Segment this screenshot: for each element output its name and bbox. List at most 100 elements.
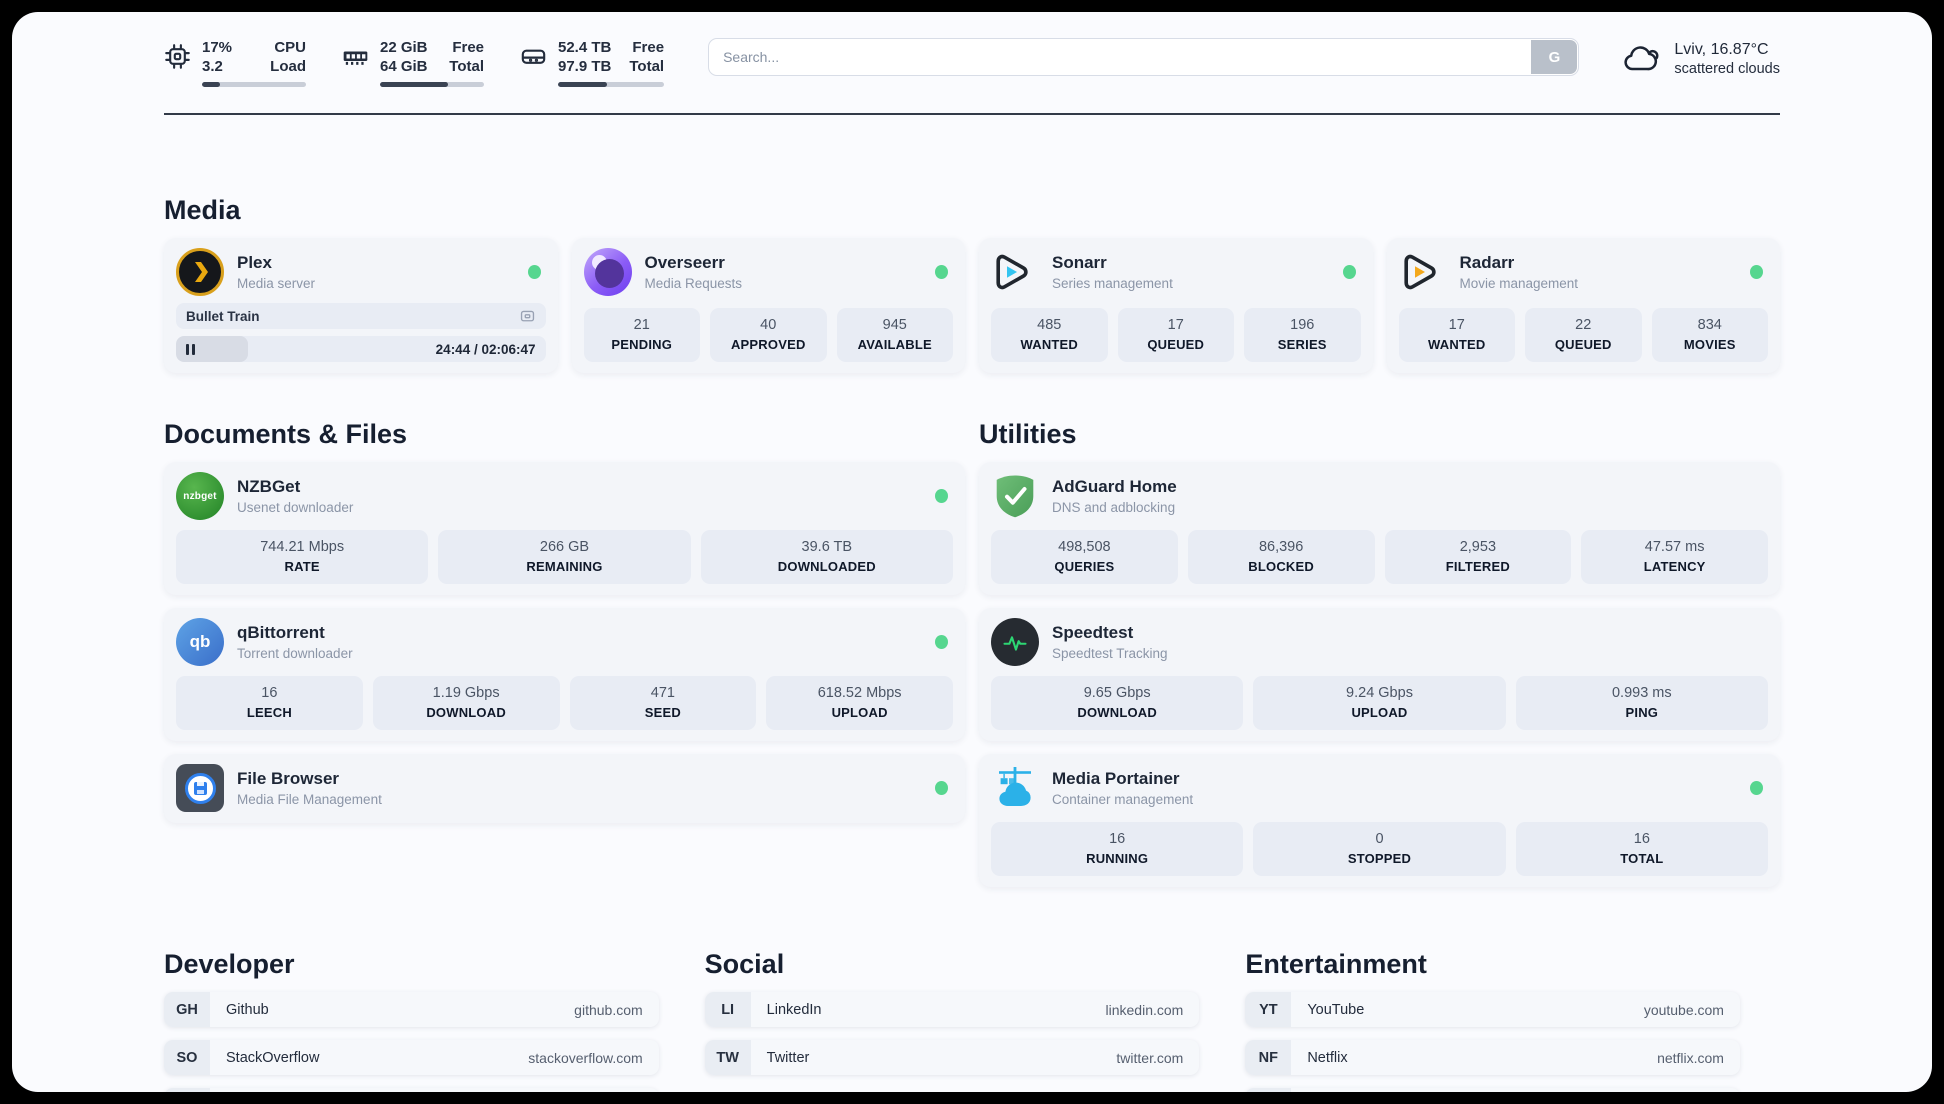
app-subtitle: Media File Management	[237, 792, 382, 807]
bookmark-url: stackoverflow.com	[528, 1049, 643, 1066]
stat-remaining: 266 GB REMAINING	[438, 530, 691, 584]
nzbget-card[interactable]: nzbget NZBGet Usenet downloader 744.21 M…	[164, 462, 965, 595]
stat-value: 1.19 Gbps	[432, 685, 500, 701]
stat-total: 16 TOTAL	[1515, 822, 1768, 876]
speedtest-card[interactable]: Speedtest Speedtest Tracking 9.65 Gbps D…	[979, 608, 1780, 741]
stat-label: RUNNING	[1086, 851, 1149, 866]
stat-value: 17	[1448, 317, 1465, 333]
overseerr-card[interactable]: Overseerr Media Requests 21 PENDING 40 A…	[571, 238, 965, 373]
bookmark-netflix[interactable]: NF Netflix netflix.com	[1245, 1040, 1740, 1075]
app-title: Plex	[237, 253, 272, 272]
stat-stopped: 0 STOPPED	[1253, 822, 1506, 876]
filebrowser-card[interactable]: File Browser Media File Management	[164, 754, 965, 823]
stat-label: WANTED	[1020, 337, 1079, 352]
disk-free-value: 52.4 TB	[558, 39, 612, 56]
stat-running: 16 RUNNING	[991, 822, 1244, 876]
weather-condition: scattered clouds	[1674, 61, 1780, 77]
weather-location-temp: Lviv, 16.87°C	[1674, 41, 1769, 58]
stat-label: SEED	[644, 705, 681, 720]
cpu-metric: 17% 3.2 CPU Load	[164, 38, 306, 87]
status-online-dot	[935, 489, 948, 503]
stat-value: 485	[1037, 317, 1062, 333]
bookmark-abbr: GH	[164, 992, 210, 1027]
stat-label: STOPPED	[1347, 851, 1412, 866]
dashboard-page: 17% 3.2 CPU Load 22 GiB 64 GiB Free Tota…	[12, 12, 1932, 1092]
bookmark-linkedin[interactable]: LI LinkedIn linkedin.com	[704, 992, 1200, 1027]
system-metrics: 17% 3.2 CPU Load 22 GiB 64 GiB Free Tota…	[164, 38, 665, 87]
stat-downloaded: 39.6 TB DOWNLOADED	[700, 530, 953, 584]
pause-icon[interactable]	[186, 343, 200, 355]
stat-label: DOWNLOAD	[426, 705, 506, 720]
bookmark-url: youtube.com	[1643, 1001, 1724, 1018]
weather-widget: Lviv, 16.87°C scattered clouds	[1621, 39, 1780, 79]
stat-label: QUEUED	[1147, 337, 1205, 352]
app-subtitle: Usenet downloader	[237, 500, 354, 515]
bookmark-url: netflix.com	[1657, 1049, 1724, 1066]
radarr-icon	[1399, 248, 1447, 296]
bookmark-name: Netflix	[1307, 1049, 1348, 1066]
ram-metric: 22 GiB 64 GiB Free Total	[342, 38, 484, 87]
portainer-card[interactable]: Media Portainer Container management 16 …	[979, 754, 1780, 887]
status-online-dot	[1750, 781, 1763, 795]
app-title: Overseerr	[644, 253, 725, 272]
stat-value: 744.21 Mbps	[260, 539, 345, 555]
stat-value: 16	[261, 685, 278, 701]
app-subtitle: Series management	[1052, 276, 1173, 291]
topbar: 17% 3.2 CPU Load 22 GiB 64 GiB Free Tota…	[164, 38, 1780, 87]
bookmark-abbr: TW	[704, 1040, 751, 1075]
search-engine-button[interactable]: G	[1531, 40, 1578, 74]
nzbget-icon: nzbget	[176, 472, 224, 520]
stat-leech: 16 LEECH	[176, 676, 363, 730]
bookmark-youtube[interactable]: YT YouTube youtube.com	[1245, 992, 1740, 1027]
stat-value: 17	[1167, 317, 1184, 333]
app-subtitle: Movie management	[1459, 276, 1579, 291]
stat-label: UPLOAD	[831, 705, 888, 720]
utilities-column: Utilities AdGuard Home DNS and adblockin…	[979, 419, 1780, 887]
app-subtitle: Media server	[237, 276, 316, 291]
status-online-dot	[935, 635, 948, 649]
stat-value: 834	[1697, 317, 1722, 333]
bookmark-name: DEV	[210, 1088, 256, 1092]
stat-value: 16	[1633, 831, 1650, 847]
documents-column: Documents & Files nzbget NZBGet Usenet d…	[164, 419, 965, 887]
qbittorrent-card[interactable]: qb qBittorrent Torrent downloader 16 LEE…	[164, 608, 965, 741]
app-title: qBittorrent	[237, 623, 325, 642]
media-card-grid: Plex Media server Bullet Train 24:44 / 0…	[164, 238, 1780, 373]
bookmark-reddit[interactable]: RE Reddit reddit.com	[1245, 1088, 1740, 1092]
section-title-entertainment: Entertainment	[1245, 949, 1427, 979]
cpu-progress-fill	[202, 82, 220, 87]
bookmark-dev[interactable]: DT DEV dev.to	[164, 1088, 659, 1092]
stat-value: 47.57 ms	[1644, 539, 1705, 555]
stat-label: PING	[1625, 705, 1659, 720]
bookmark-abbr: DT	[164, 1088, 210, 1092]
disk-metric: 52.4 TB 97.9 TB Free Total	[520, 38, 665, 87]
stat-value: 9.24 Gbps	[1346, 685, 1413, 701]
stat-label: SERIES	[1277, 337, 1327, 352]
adguard-card[interactable]: AdGuard Home DNS and adblocking 498,508 …	[979, 462, 1780, 595]
stat-queued: 17 QUEUED	[1117, 308, 1234, 362]
cpu-usage-value: 17%	[202, 39, 233, 56]
plex-card[interactable]: Plex Media server Bullet Train 24:44 / 0…	[164, 238, 558, 373]
bookmark-abbr: LI	[704, 992, 751, 1027]
bookmark-stackoverflow[interactable]: SO StackOverflow stackoverflow.com	[164, 1040, 659, 1075]
stat-value: 945	[882, 317, 907, 333]
disk-icon	[520, 43, 547, 70]
playback-time: 24:44 / 02:06:47	[435, 341, 536, 357]
bookmark-twitter[interactable]: TW Twitter twitter.com	[704, 1040, 1200, 1075]
stat-value: 2,953	[1459, 539, 1497, 555]
filebrowser-icon	[176, 764, 224, 812]
sonarr-card[interactable]: Sonarr Series management 485 WANTED 17 Q…	[979, 238, 1373, 373]
radarr-card[interactable]: Radarr Movie management 17 WANTED 22 QUE…	[1386, 238, 1780, 373]
bookmark-github[interactable]: GH Github github.com	[164, 992, 659, 1027]
bookmark-abbr: NF	[1245, 1040, 1292, 1075]
search-input[interactable]	[708, 38, 1580, 76]
stat-label: BLOCKED	[1248, 559, 1314, 574]
status-online-dot	[1750, 265, 1763, 279]
stat-wanted: 485 WANTED	[991, 308, 1108, 362]
disk-label-bottom: Total	[629, 58, 665, 75]
stat-rate: 744.21 Mbps RATE	[176, 530, 429, 584]
status-online-dot	[527, 265, 541, 279]
bookmark-name: Reddit	[1291, 1088, 1349, 1092]
stat-label: QUERIES	[1054, 559, 1115, 574]
bookmark-url: github.com	[574, 1001, 643, 1018]
